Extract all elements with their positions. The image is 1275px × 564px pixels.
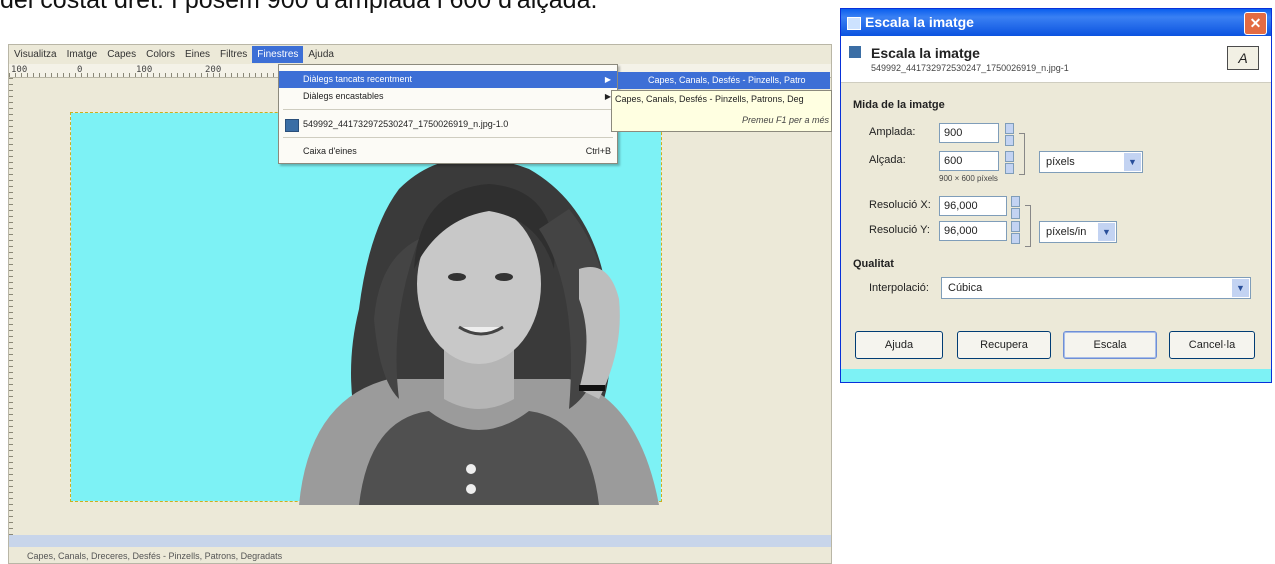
menu-image[interactable]: Imatge [62,46,103,63]
dialog-title: Escala la imatge [865,14,974,30]
res-unit-value: píxels/in [1046,226,1087,238]
statusbar-separator [9,535,831,547]
interpolation-value: Cúbica [948,282,983,294]
menu-item-label: 549992_441732972530247_1750026919_n.jpg-… [303,119,509,129]
menubar: Visualitza Imatge Capes Colors Eines Fil… [9,45,831,64]
chain-link-icon[interactable] [1025,205,1031,247]
menu-item-recent-dialogs[interactable]: Diàlegs tancats recentment ▶ [279,71,617,88]
menu-colors[interactable]: Colors [141,46,180,63]
height-label: Alçada: [869,154,906,166]
interpolation-label: Interpolació: [869,282,929,294]
width-spinner[interactable] [1005,123,1014,146]
chevron-down-icon: ▼ [1124,153,1141,171]
menu-filters[interactable]: Filtres [215,46,252,63]
header-subtitle: 549992_441732972530247_1750026919_n.jpg-… [871,63,1069,73]
res-y-field[interactable]: 96,000 [939,221,1007,241]
section-image-size: Mida de la imatge [853,99,945,111]
menu-separator [283,109,613,110]
height-spinner[interactable] [1005,151,1014,174]
pen-icon[interactable]: A [1227,46,1259,70]
submenu-label: Capes, Canals, Desfés - Pinzells, Patro [648,75,806,85]
width-field[interactable]: 900 [939,123,999,143]
chevron-down-icon: ▼ [1232,279,1249,297]
recent-dialogs-submenu-item[interactable]: Capes, Canals, Desfés - Pinzells, Patro [618,72,830,89]
menu-item-image-window[interactable]: 549992_441732972530247_1750026919_n.jpg-… [279,116,617,133]
image-thumbnail-icon [285,119,299,132]
help-button[interactable]: Ajuda [855,331,943,359]
size-unit-value: píxels [1046,156,1075,168]
res-x-label: Resolució X: [869,199,931,211]
section-quality: Qualitat [853,258,894,270]
menu-item-dockable-dialogs[interactable]: Diàlegs encastables ▶ [279,88,617,105]
background-canvas-strip [841,369,1271,382]
header-title: Escala la imatge [871,45,980,61]
res-y-label: Resolució Y: [869,224,930,236]
scale-button[interactable]: Escala [1063,331,1157,359]
menu-item-label: Diàlegs encastables [303,91,384,101]
caption-text: del costat dret. I posem 900 d'amplada i… [0,0,598,14]
statusbar-text: Capes, Canals, Dreceres, Desfés - Pinzel… [27,551,283,561]
gimp-icon [847,17,861,30]
menu-shortcut: Ctrl+B [585,146,611,156]
res-unit-select[interactable]: píxels/in ▼ [1039,221,1117,243]
tooltip: Capes, Canals, Desfés - Pinzells, Patron… [611,90,832,132]
reset-button[interactable]: Recupera [957,331,1051,359]
menu-tools[interactable]: Eines [180,46,215,63]
close-icon[interactable]: ✕ [1244,12,1267,35]
scale-image-dialog: Escala la imatge ✕ Escala la imatge 5499… [840,8,1272,383]
height-field[interactable]: 600 [939,151,999,171]
windows-menu-dropdown: Diàlegs tancats recentment ▶ Diàlegs enc… [278,64,618,164]
cancel-button[interactable]: Cancel·la [1169,331,1255,359]
res-y-spinner[interactable] [1011,221,1020,244]
chevron-down-icon: ▼ [1098,223,1115,241]
menu-view[interactable]: Visualitza [9,46,62,63]
tooltip-help-hint: Premeu F1 per a més [741,115,829,125]
tooltip-text: Capes, Canals, Desfés - Pinzells, Patron… [615,94,804,104]
menu-layers[interactable]: Capes [102,46,141,63]
menu-windows[interactable]: Finestres [252,46,304,63]
res-x-field[interactable]: 96,000 [939,196,1007,216]
portrait-photo [299,157,659,505]
dialog-header: Escala la imatge 549992_441732972530247_… [841,36,1271,83]
width-label: Amplada: [869,126,916,138]
dialog-titlebar[interactable]: Escala la imatge ✕ [841,9,1271,36]
menu-item-label: Diàlegs tancats recentment [303,74,413,84]
menu-item-label: Caixa d'eines [303,146,357,156]
vertical-ruler[interactable] [9,78,13,548]
chain-link-icon[interactable] [1019,133,1025,175]
menu-separator [283,137,613,138]
submenu-arrow-icon: ▶ [604,75,611,84]
res-x-spinner[interactable] [1011,196,1020,219]
scale-icon [849,46,861,58]
menu-item-toolbox[interactable]: Caixa d'eines Ctrl+B [279,143,617,160]
menu-help[interactable]: Ajuda [303,46,339,63]
size-readout: 900 × 600 píxels [939,174,998,183]
interpolation-select[interactable]: Cúbica ▼ [941,277,1251,299]
size-unit-select[interactable]: píxels ▼ [1039,151,1143,173]
